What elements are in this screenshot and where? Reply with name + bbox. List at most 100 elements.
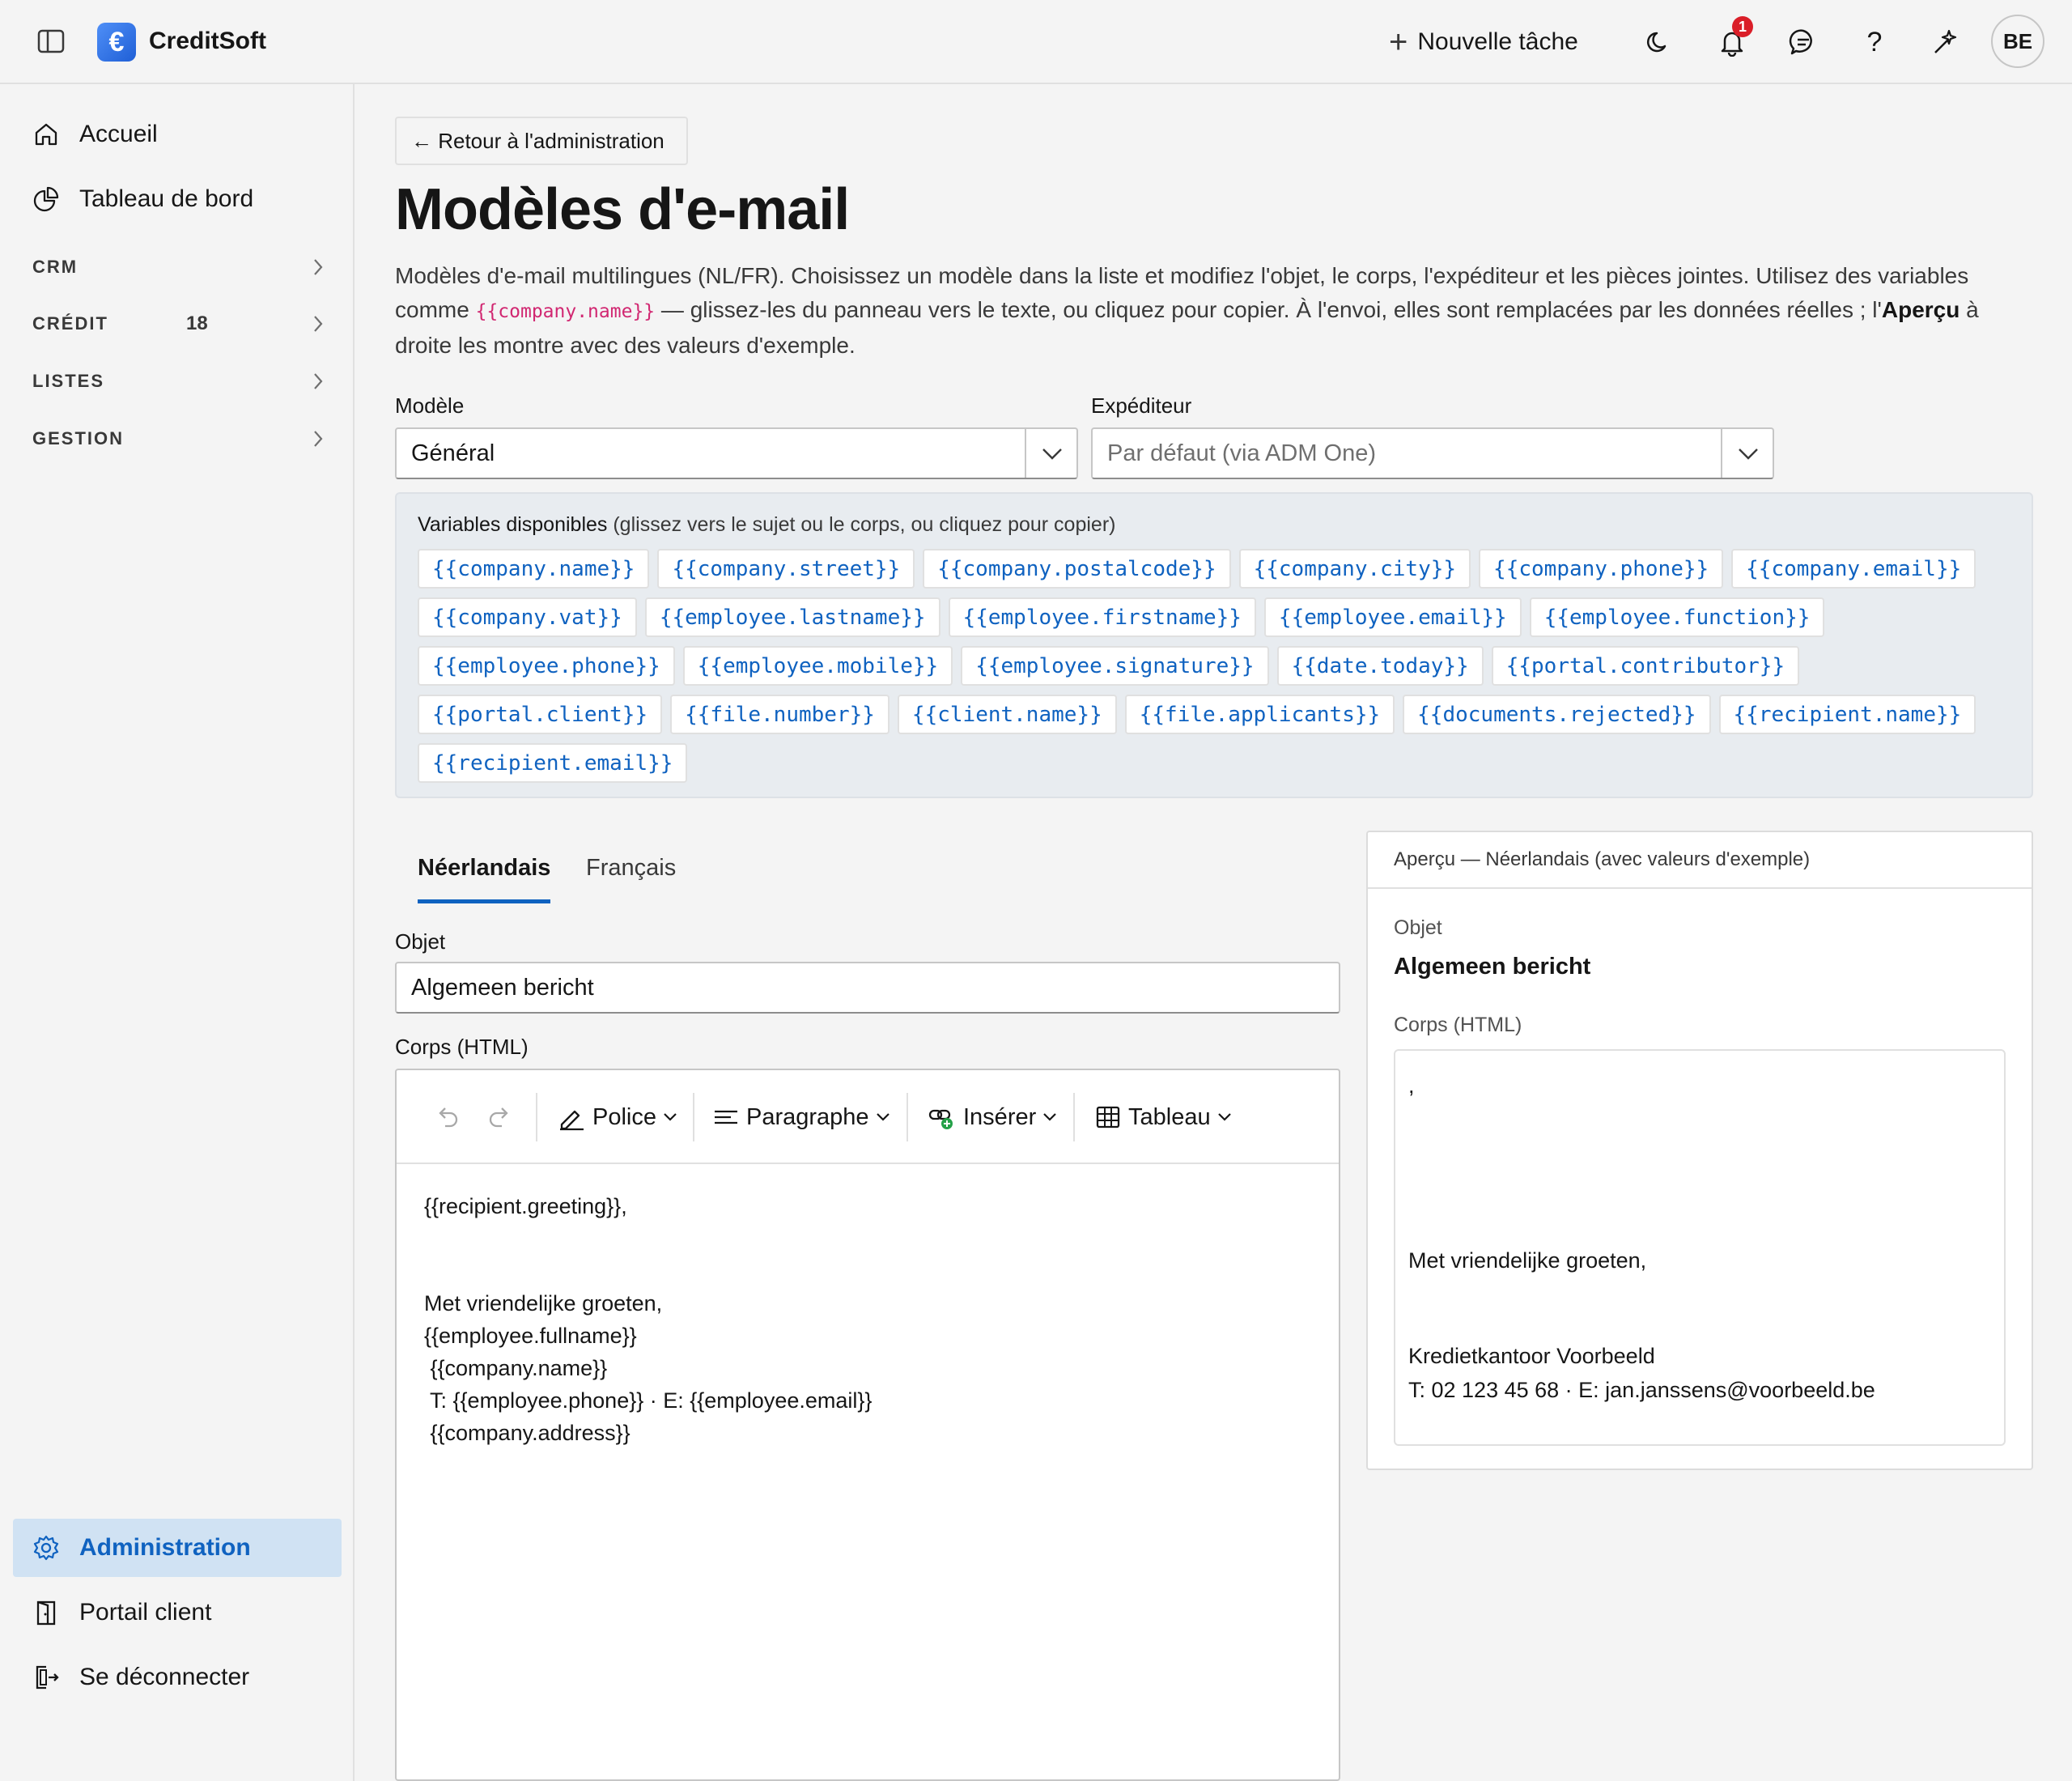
preview-panel: Aperçu — Néerlandais (avec valeurs d'exe… [1366,831,2033,1470]
variable-chip[interactable]: {{company.vat}} [418,597,637,637]
preview-header: Aperçu — Néerlandais (avec valeurs d'exe… [1368,832,2032,889]
back-to-admin-button[interactable]: ← Retour à l'administration [395,117,688,165]
sidebar-section-management[interactable]: GESTION [32,423,324,455]
variable-chip[interactable]: {{employee.lastname}} [644,597,940,637]
variable-chip[interactable]: {{employee.phone}} [418,646,675,686]
font-menu-button[interactable]: Police [557,1099,677,1135]
table-menu-button[interactable]: Tableau [1094,1099,1232,1135]
sidebar-item-label: Administration [79,1534,251,1561]
sidebar-item-client-portal[interactable]: Portail client [13,1583,342,1642]
sidebar-section-crm[interactable]: CRM [32,251,324,283]
undo-icon[interactable] [434,1099,461,1135]
sidebar-item-logout[interactable]: Se déconnecter [13,1648,342,1707]
variable-chip[interactable]: {{company.city}} [1238,549,1471,589]
editor-content[interactable]: {{recipient.greeting}}, Met vriendelijke… [424,1190,872,1449]
sidebar-toggle-icon[interactable] [37,29,65,53]
section-label: CRÉDIT [32,313,108,334]
sidebar-section-lists[interactable]: LISTES [32,365,324,397]
sender-label: Expéditeur [1091,393,1192,418]
dark-mode-moon-icon[interactable] [1643,26,1675,58]
editor-line: {{company.name}} [424,1356,608,1380]
new-task-label: Nouvelle tâche [1417,28,1578,55]
variable-chip[interactable]: {{company.phone}} [1479,549,1724,589]
sidebar-item-dashboard[interactable]: Tableau de bord [13,170,342,228]
chat-icon[interactable] [1787,26,1819,58]
chevron-down-icon[interactable] [1041,444,1064,463]
plus-icon: + [1389,24,1408,60]
variable-chip[interactable]: {{documents.rejected}} [1403,695,1711,734]
new-task-button[interactable]: + Nouvelle tâche [1389,24,1578,60]
home-icon [35,123,57,146]
section-label: GESTION [32,428,125,448]
subject-input[interactable]: Algemeen bericht [395,962,1340,1014]
notification-badge: 1 [1732,16,1753,37]
subject-label: Objet [395,929,446,954]
chevron-down-icon [1043,1113,1057,1121]
variable-chip[interactable]: {{client.name}} [897,695,1117,734]
variable-chip[interactable]: {{file.applicants}} [1124,695,1395,734]
body-label: Corps (HTML) [395,1035,529,1059]
font-menu-label: Police [592,1103,656,1130]
variable-chip[interactable]: {{portal.contributor}} [1491,646,1800,686]
preview-subject-label: Objet [1394,916,1442,939]
preview-line: , [1408,1073,1415,1098]
body-editor[interactable]: Police Paragraphe Insérer Tableau {{reci… [395,1069,1340,1781]
door-icon [36,1600,56,1626]
template-select[interactable]: Général [395,427,1078,479]
description-code: {{company.name}} [475,301,656,322]
select-divider [1025,429,1026,478]
description-bold: Aperçu [1881,297,1960,322]
editor-line: T: {{employee.phone}} · E: {{employee.em… [424,1388,873,1413]
tab-dutch[interactable]: Néerlandais [418,855,551,903]
paragraph-menu-label: Paragraphe [746,1103,869,1130]
variable-chip[interactable]: {{employee.function}} [1529,597,1825,637]
variable-chip[interactable]: {{company.street}} [657,549,915,589]
variables-title-bold: Variables disponibles [418,513,608,536]
variable-chip[interactable]: {{recipient.name}} [1718,695,1976,734]
paragraph-menu-button[interactable]: Paragraphe [712,1099,890,1135]
chevron-down-icon[interactable] [1737,444,1760,463]
variable-chip[interactable]: {{date.today}} [1276,646,1484,686]
variable-chip[interactable]: {{file.number}} [670,695,890,734]
variable-chip[interactable]: {{portal.client}} [418,695,663,734]
sidebar-item-home[interactable]: Accueil [13,105,342,164]
ai-sparkle-icon[interactable] [1930,26,1962,58]
help-icon[interactable]: ? [1858,26,1891,58]
variable-chip[interactable]: {{employee.signature}} [961,646,1269,686]
variable-chip[interactable]: {{company.postalcode}} [923,549,1231,589]
variable-chip[interactable]: {{employee.email}} [1263,597,1522,637]
redo-icon[interactable] [486,1099,513,1135]
table-icon [1096,1106,1120,1129]
description-text: — glissez-les du panneau vers le texte, … [655,297,1882,322]
brand-name[interactable]: CreditSoft [149,28,266,55]
variable-chip[interactable]: {{employee.mobile}} [682,646,953,686]
editor-line: {{recipient.greeting}}, [424,1194,627,1218]
variable-chip[interactable]: {{employee.firstname}} [948,597,1256,637]
sender-select[interactable]: Par défaut (via ADM One) [1091,427,1774,479]
sidebar-item-label: Accueil [79,121,158,147]
variable-chip[interactable]: {{recipient.email}} [418,743,688,783]
user-avatar[interactable]: BE [1991,15,2044,68]
tab-french[interactable]: Français [586,855,676,903]
toolbar-divider [1073,1093,1075,1141]
editor-line: {{employee.fullname}} [424,1324,637,1348]
variable-chip[interactable]: {{company.name}} [418,549,650,589]
sidebar-section-credit[interactable]: CRÉDIT 18 [32,308,324,340]
section-label: CRM [32,257,79,277]
toolbar-divider [693,1093,694,1141]
toolbar-divider [536,1093,537,1141]
page-title: Modèles d'e-mail [395,177,850,242]
insert-menu-button[interactable]: Insérer [928,1099,1057,1135]
variable-chip[interactable]: {{company.email}} [1731,549,1976,589]
brand-logo[interactable]: € [97,23,136,62]
preview-line: Met vriendelijke groeten, [1408,1248,1647,1273]
pen-icon [560,1110,584,1131]
chevron-down-icon [876,1113,890,1121]
editor-line: Met vriendelijke groeten, [424,1291,663,1316]
insert-link-icon [928,1109,953,1129]
sidebar-item-administration[interactable]: Administration [13,1519,342,1577]
sidebar-item-label: Portail client [79,1599,212,1626]
template-label: Modèle [395,393,465,418]
sidebar-item-label: Se déconnecter [79,1664,250,1690]
